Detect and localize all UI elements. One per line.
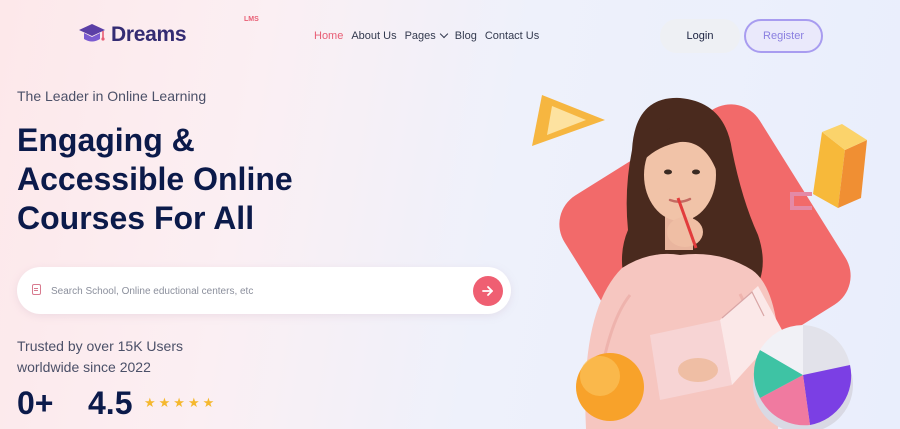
arrow-right-icon bbox=[482, 286, 493, 296]
cube-shape bbox=[813, 124, 867, 208]
hero-tagline: The Leader in Online Learning bbox=[17, 88, 207, 104]
headline-line-3: Courses For All bbox=[17, 200, 255, 236]
logo-text: Dreams bbox=[111, 23, 187, 46]
site-header: Dreams LMS Home About Us Pages Blog Cont… bbox=[0, 0, 900, 72]
triangle-shape bbox=[532, 95, 605, 146]
search-input[interactable] bbox=[51, 281, 451, 301]
search-bar bbox=[17, 267, 511, 314]
rating-stars: ★★★★★ bbox=[144, 395, 218, 410]
nav-about-us[interactable]: About Us bbox=[351, 30, 396, 42]
headline-line-2: Accessible Online bbox=[17, 161, 293, 197]
graduation-cap-icon bbox=[78, 22, 106, 48]
document-icon bbox=[32, 284, 41, 295]
orange-sphere-shape bbox=[576, 353, 644, 421]
register-button[interactable]: Register bbox=[744, 19, 823, 53]
trusted-text: Trusted by over 15K Users worldwide sinc… bbox=[17, 336, 257, 378]
hero-illustration bbox=[520, 80, 900, 429]
logo-superscript: LMS bbox=[244, 16, 259, 23]
main-nav: Home About Us Pages Blog Contact Us bbox=[314, 29, 539, 42]
stat-rating: 4.5 bbox=[88, 385, 133, 421]
nav-blog[interactable]: Blog bbox=[455, 30, 477, 42]
chevron-down-icon bbox=[439, 29, 449, 39]
headline-line-1: Engaging & bbox=[17, 122, 195, 158]
stat-users: 0+ bbox=[17, 385, 54, 421]
trusted-line-1: Trusted by over 15K Users bbox=[17, 338, 183, 354]
nav-pages[interactable]: Pages bbox=[404, 29, 449, 42]
nav-pages-label: Pages bbox=[404, 30, 436, 42]
pie-graphic-shape bbox=[753, 325, 853, 429]
hero-headline: Engaging & Accessible Online Courses For… bbox=[17, 121, 437, 238]
search-submit-button[interactable] bbox=[473, 276, 503, 306]
trusted-line-2: worldwide since 2022 bbox=[17, 359, 151, 375]
login-button[interactable]: Login bbox=[660, 19, 740, 53]
logo[interactable]: Dreams LMS bbox=[78, 16, 259, 48]
nav-home[interactable]: Home bbox=[314, 30, 343, 42]
nav-contact-us[interactable]: Contact Us bbox=[485, 30, 539, 42]
